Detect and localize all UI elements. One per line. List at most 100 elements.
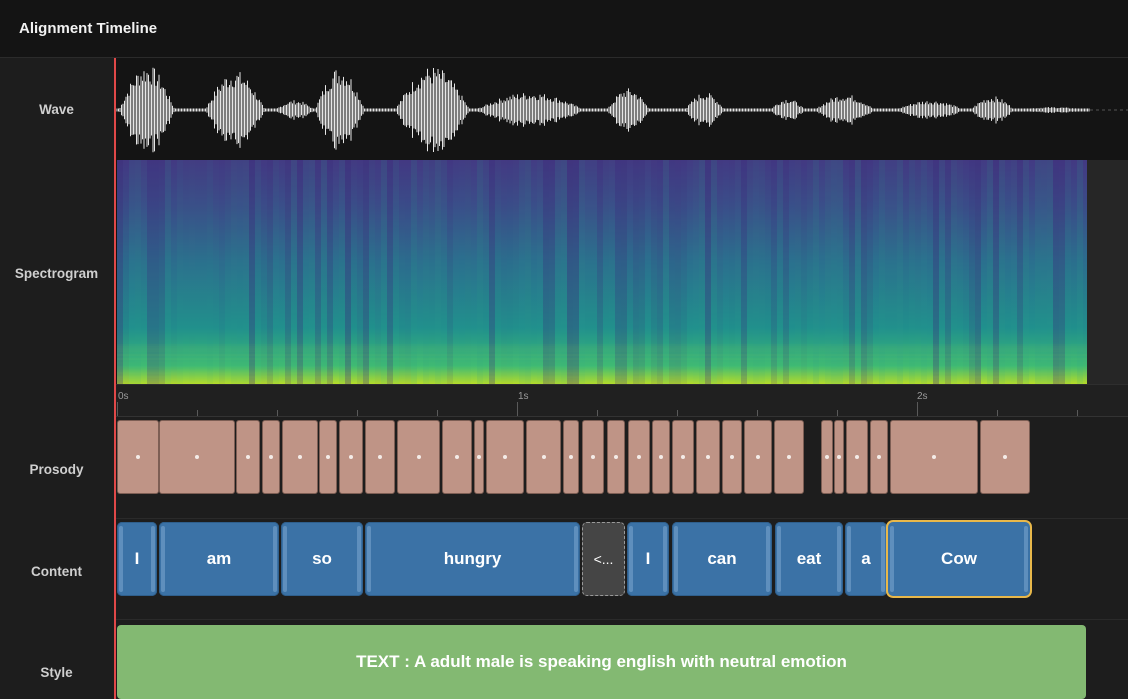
word-block-so[interactable]: so — [281, 522, 363, 596]
prosody-segment[interactable] — [319, 420, 337, 494]
prosody-segment[interactable] — [282, 420, 318, 494]
prosody-segment[interactable] — [980, 420, 1030, 494]
spectrogram-column — [483, 160, 489, 384]
prosody-segment[interactable] — [474, 420, 484, 494]
word-block-i-2[interactable]: I — [627, 522, 669, 596]
spectrogram-column — [1023, 160, 1029, 384]
word-block-hungry[interactable]: hungry — [365, 522, 580, 596]
prosody-marker — [455, 455, 459, 459]
word-block-i[interactable]: I — [117, 522, 157, 596]
style-block[interactable]: TEXT : A adult male is speaking english … — [117, 625, 1086, 699]
spectrogram-column — [909, 160, 915, 384]
prosody-marker — [195, 455, 199, 459]
spectrogram-column — [921, 160, 927, 384]
prosody-segment[interactable] — [834, 420, 844, 494]
prosody-segment[interactable] — [890, 420, 978, 494]
spectrogram-column — [597, 160, 603, 384]
spectrogram-column — [423, 160, 429, 384]
spectrogram-column — [879, 160, 885, 384]
prosody-segment[interactable] — [339, 420, 363, 494]
prosody-segment[interactable] — [563, 420, 579, 494]
ruler-tick — [837, 410, 838, 416]
spectrogram-column — [615, 160, 621, 384]
ruler-tick — [677, 410, 678, 416]
spectrogram-column — [987, 160, 993, 384]
prosody-segment[interactable] — [846, 420, 868, 494]
prosody-marker — [637, 455, 641, 459]
spectrogram-column — [363, 160, 369, 384]
spectrogram-column — [1065, 160, 1071, 384]
prosody-segment[interactable] — [442, 420, 472, 494]
word-block-can[interactable]: can — [672, 522, 772, 596]
prosody-segment[interactable] — [744, 420, 772, 494]
spectrogram-column — [723, 160, 729, 384]
spectrogram[interactable] — [117, 160, 1087, 384]
spectrogram-column — [651, 160, 657, 384]
spectrogram-column — [315, 160, 321, 384]
prosody-segment[interactable] — [582, 420, 604, 494]
prosody-marker — [730, 455, 734, 459]
prosody-marker — [503, 455, 507, 459]
spectrogram-column — [381, 160, 387, 384]
prosody-segment[interactable] — [262, 420, 280, 494]
spectrogram-column — [345, 160, 351, 384]
word-block-a[interactable]: a — [845, 522, 887, 596]
word-block-eat[interactable]: eat — [775, 522, 843, 596]
prosody-segment[interactable] — [628, 420, 650, 494]
spectrogram-column — [579, 160, 585, 384]
prosody-marker — [569, 455, 573, 459]
playhead[interactable] — [114, 58, 116, 699]
content-track[interactable]: I am so hungry <... I can eat a Cow — [115, 519, 1128, 620]
ruler-tick — [517, 402, 518, 416]
prosody-segment[interactable] — [526, 420, 561, 494]
time-ruler[interactable]: 0s 1s 2s — [115, 384, 1128, 417]
prosody-segment[interactable] — [117, 420, 159, 494]
spectrogram-column — [147, 160, 153, 384]
prosody-segment[interactable] — [397, 420, 440, 494]
prosody-segment[interactable] — [821, 420, 833, 494]
spectrogram-column — [867, 160, 873, 384]
prosody-segment[interactable] — [652, 420, 670, 494]
timeline-area[interactable]: 0s 1s 2s I am so hungry <... I can eat a… — [115, 58, 1128, 699]
word-block-cow[interactable]: Cow — [888, 522, 1030, 596]
prosody-segment[interactable] — [159, 420, 235, 494]
spectrogram-column — [957, 160, 963, 384]
spectrogram-column — [357, 160, 363, 384]
spectrogram-column — [333, 160, 339, 384]
spectrogram-column — [285, 160, 291, 384]
prosody-segment[interactable] — [774, 420, 804, 494]
word-block-silence[interactable]: <... — [582, 522, 625, 596]
spectrogram-column — [711, 160, 717, 384]
spectrogram-column — [801, 160, 807, 384]
spectrogram-column — [1041, 160, 1047, 384]
spectrogram-column — [675, 160, 681, 384]
spectrogram-column — [207, 160, 213, 384]
content-label: Content — [31, 564, 82, 579]
ruler-tick — [917, 402, 918, 416]
spectrogram-label: Spectrogram — [14, 266, 99, 281]
spectrogram-column — [927, 160, 933, 384]
prosody-segment[interactable] — [236, 420, 260, 494]
prosody-marker — [614, 455, 618, 459]
prosody-segment[interactable] — [870, 420, 888, 494]
waveform — [116, 67, 1128, 153]
style-track[interactable]: TEXT : A adult male is speaking english … — [115, 620, 1128, 699]
word-block-am[interactable]: am — [159, 522, 279, 596]
prosody-segment[interactable] — [486, 420, 524, 494]
spectrogram-column — [291, 160, 297, 384]
prosody-segment[interactable] — [672, 420, 694, 494]
prosody-segment[interactable] — [365, 420, 395, 494]
prosody-track[interactable] — [115, 417, 1128, 519]
wave-track[interactable] — [115, 58, 1128, 160]
spectrogram-column — [459, 160, 465, 384]
prosody-segment[interactable] — [722, 420, 742, 494]
prosody-segment[interactable] — [607, 420, 625, 494]
spectrogram-column — [993, 160, 999, 384]
spectrogram-column — [201, 160, 207, 384]
ruler-tick — [197, 410, 198, 416]
spectrogram-column — [537, 160, 543, 384]
prosody-marker — [269, 455, 273, 459]
prosody-marker — [837, 455, 841, 459]
prosody-segment[interactable] — [696, 420, 720, 494]
ruler-tick — [1077, 410, 1078, 416]
